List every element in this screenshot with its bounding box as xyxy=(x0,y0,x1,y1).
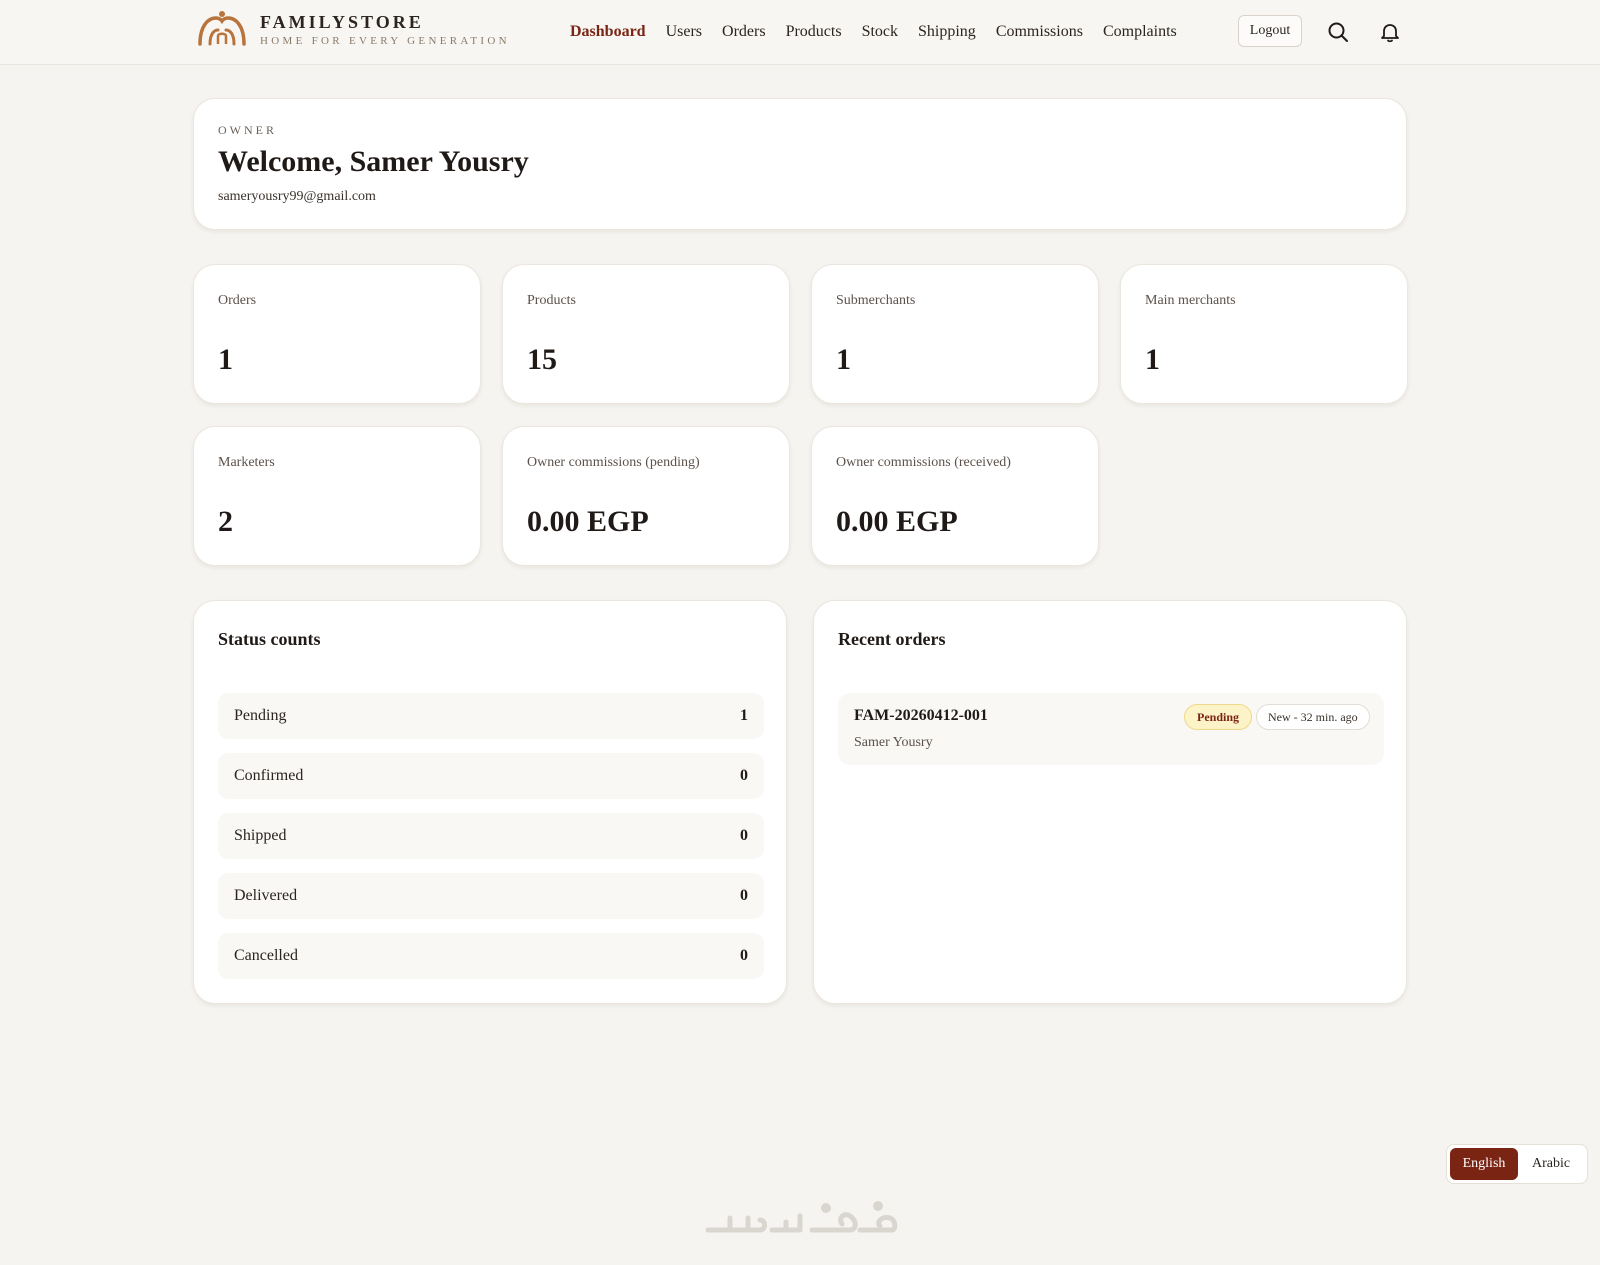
status-row-shipped: Shipped 0 xyxy=(218,813,764,859)
status-row-confirmed: Confirmed 0 xyxy=(218,753,764,799)
stat-value: 1 xyxy=(836,343,851,376)
stat-card-commissions-received: Owner commissions (received) 0.00 EGP xyxy=(811,426,1099,566)
role-label: OWNER xyxy=(218,123,277,137)
status-label: Delivered xyxy=(234,887,298,904)
order-customer: Samer Yousry xyxy=(854,735,933,750)
top-header: FAMILYSTORE HOME FOR EVERY GENERATION Da… xyxy=(0,0,1600,65)
stat-value: 1 xyxy=(218,343,233,376)
welcome-card: OWNER Welcome, Samer Yousry sameryousry9… xyxy=(193,98,1407,230)
page-title: Welcome, Samer Yousry xyxy=(218,145,529,178)
stat-value: 0.00 EGP xyxy=(836,505,958,538)
stat-card-orders: Orders 1 xyxy=(193,264,481,404)
stat-value: 0.00 EGP xyxy=(527,505,649,538)
status-label: Confirmed xyxy=(234,767,304,784)
status-row-cancelled: Cancelled 0 xyxy=(218,933,764,979)
stat-label: Submerchants xyxy=(836,293,916,308)
nav-item-dashboard[interactable]: Dashboard xyxy=(570,20,646,44)
watermark-logo-icon xyxy=(705,1201,898,1233)
language-toggle: English Arabic xyxy=(1446,1144,1588,1184)
stat-card-submerchants: Submerchants 1 xyxy=(811,264,1099,404)
nav-item-users[interactable]: Users xyxy=(666,20,702,44)
stat-card-marketers: Marketers 2 xyxy=(193,426,481,566)
brand[interactable]: FAMILYSTORE HOME FOR EVERY GENERATION xyxy=(196,8,510,48)
brand-tagline: HOME FOR EVERY GENERATION xyxy=(260,35,510,47)
user-email: sameryousry99@gmail.com xyxy=(218,189,376,204)
language-arabic-button[interactable]: Arabic xyxy=(1518,1148,1584,1180)
order-id: FAM-20260412-001 xyxy=(854,707,988,724)
nav-item-stock[interactable]: Stock xyxy=(862,20,898,44)
status-row-pending: Pending 1 xyxy=(218,693,764,739)
status-row-delivered: Delivered 0 xyxy=(218,873,764,919)
stat-value: 2 xyxy=(218,505,233,538)
stat-card-main-merchants: Main merchants 1 xyxy=(1120,264,1408,404)
nav-item-products[interactable]: Products xyxy=(786,20,842,44)
status-label: Pending xyxy=(234,707,287,724)
status-label: Shipped xyxy=(234,827,287,844)
logout-button[interactable]: Logout xyxy=(1238,15,1302,47)
panel-title: Status counts xyxy=(218,629,321,649)
status-count: 0 xyxy=(740,947,748,964)
arch-logo-icon xyxy=(198,11,246,46)
status-count: 1 xyxy=(740,707,748,724)
status-count: 0 xyxy=(740,887,748,904)
stat-label: Orders xyxy=(218,293,257,308)
nav-item-commissions[interactable]: Commissions xyxy=(996,20,1083,44)
stat-card-commissions-pending: Owner commissions (pending) 0.00 EGP xyxy=(502,426,790,566)
stat-value: 15 xyxy=(527,343,557,376)
time-badge: New - 32 min. ago xyxy=(1256,704,1370,730)
status-count: 0 xyxy=(740,767,748,784)
language-english-button[interactable]: English xyxy=(1450,1148,1518,1180)
status-label: Cancelled xyxy=(234,947,298,964)
nav-item-orders[interactable]: Orders xyxy=(722,20,766,44)
search-icon[interactable] xyxy=(1326,20,1350,44)
order-list-item[interactable]: FAM-20260412-001 Samer Yousry Pending Ne… xyxy=(838,693,1384,765)
status-count: 0 xyxy=(740,827,748,844)
stat-label: Owner commissions (pending) xyxy=(527,455,700,470)
nav-item-complaints[interactable]: Complaints xyxy=(1103,20,1177,44)
nav-item-shipping[interactable]: Shipping xyxy=(918,20,976,44)
stat-label: Products xyxy=(527,293,576,308)
recent-orders-panel: Recent orders FAM-20260412-001 Samer You… xyxy=(813,600,1407,1004)
stat-card-products: Products 15 xyxy=(502,264,790,404)
bell-icon[interactable] xyxy=(1378,20,1402,44)
stat-label: Marketers xyxy=(218,455,275,470)
main-nav: Dashboard Users Orders Products Stock Sh… xyxy=(570,20,1197,44)
status-counts-panel: Status counts Pending 1 Confirmed 0 Ship… xyxy=(193,600,787,1004)
panel-title: Recent orders xyxy=(838,629,946,649)
stat-value: 1 xyxy=(1145,343,1160,376)
brand-name: FAMILYSTORE xyxy=(260,12,424,32)
status-badge: Pending xyxy=(1184,704,1253,730)
stat-label: Owner commissions (received) xyxy=(836,455,1011,470)
stat-label: Main merchants xyxy=(1145,293,1236,308)
